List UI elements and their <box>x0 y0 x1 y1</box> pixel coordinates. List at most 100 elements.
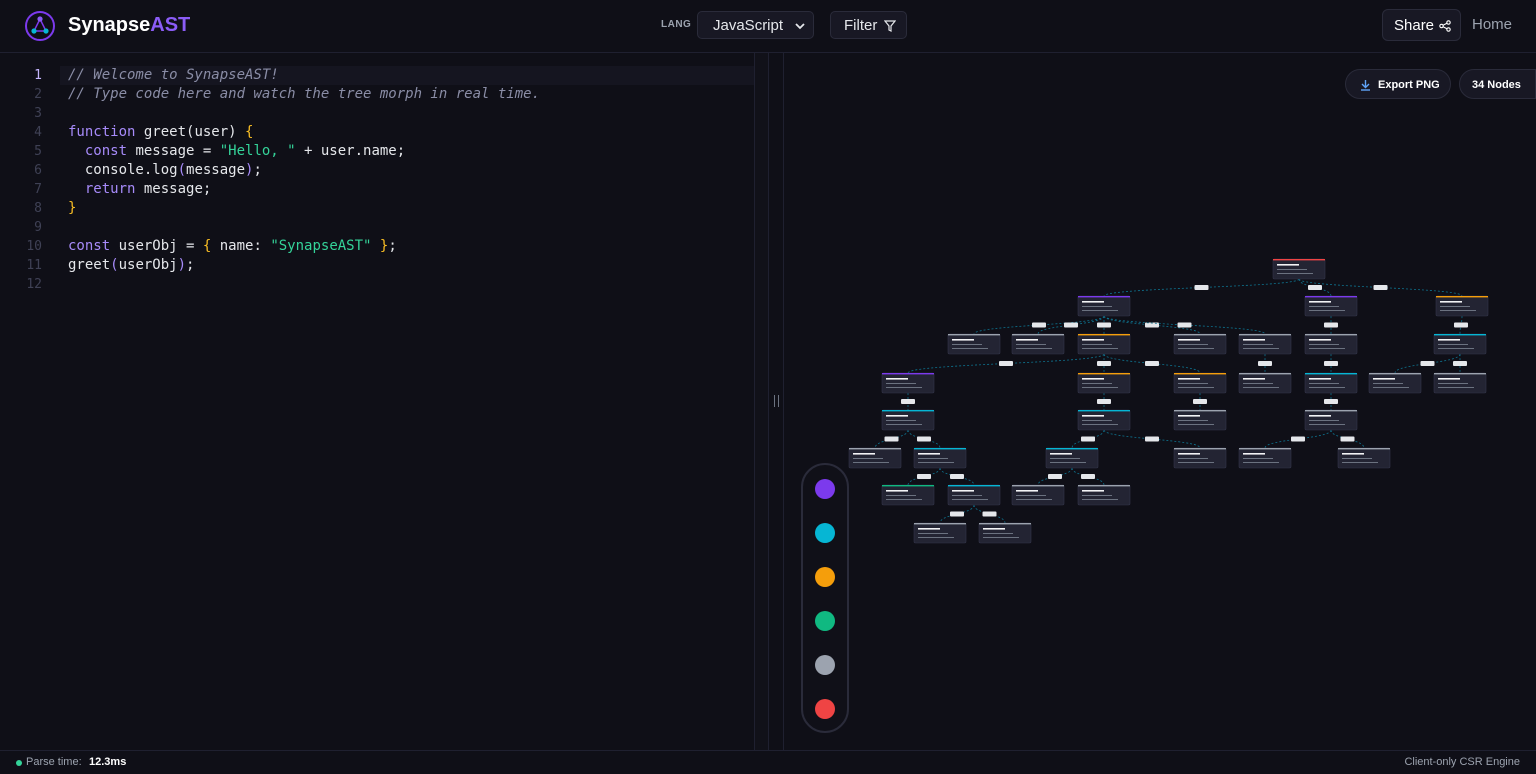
tree-node[interactable] <box>1045 447 1099 469</box>
color-swatch-red[interactable] <box>815 699 835 719</box>
edge-label-tag <box>1081 474 1095 479</box>
line-number: 10 <box>26 239 42 254</box>
color-swatch-purple[interactable] <box>815 479 835 499</box>
edge-label-tag <box>1048 474 1062 479</box>
tree-node[interactable] <box>1238 333 1292 355</box>
tree-node[interactable] <box>1272 258 1326 280</box>
tree-node[interactable] <box>881 484 935 506</box>
tree-node[interactable] <box>1077 295 1131 317</box>
code-editor[interactable]: 1 2 3 4 5 6 7 8 9 10 11 12 // Welcome to… <box>0 53 769 750</box>
tree-node[interactable] <box>1077 409 1131 431</box>
status-dot-icon <box>16 760 22 766</box>
download-icon <box>1361 80 1370 91</box>
code-keyword: const <box>68 238 111 254</box>
brand-title: SynapseAST <box>68 14 190 37</box>
tree-node[interactable] <box>1077 484 1131 506</box>
code-keyword: return <box>84 181 136 197</box>
edge-label-tag <box>950 511 964 517</box>
language-select[interactable]: JavaScript <box>697 11 814 39</box>
edge-label-tag <box>1097 361 1111 366</box>
color-swatch-amber[interactable] <box>815 567 835 587</box>
code-line: return message; <box>68 180 540 199</box>
brand-main: Synapse <box>68 14 151 36</box>
line-number: 7 <box>34 182 42 197</box>
tree-node[interactable] <box>1077 333 1131 355</box>
edge-label-tag <box>1324 361 1338 366</box>
code-line: console.log(message); <box>68 161 540 180</box>
tree-node[interactable] <box>1435 295 1489 317</box>
share-button[interactable]: Share <box>1382 9 1461 41</box>
edge-label-tag <box>1291 436 1305 442</box>
line-number: 1 <box>34 68 42 83</box>
export-label: Export PNG <box>1378 79 1440 91</box>
code-text: ; <box>186 257 195 273</box>
tree-node[interactable] <box>1238 447 1292 469</box>
tree-node[interactable] <box>913 447 967 469</box>
edge-label-tag <box>1145 436 1159 442</box>
tree-node[interactable] <box>1304 409 1358 431</box>
ast-canvas[interactable]: Export PNG 34 Nodes <box>784 53 1536 750</box>
line-number: 6 <box>34 163 42 178</box>
tree-node[interactable] <box>1433 333 1487 355</box>
code-bracket: } <box>371 238 389 254</box>
tree-node[interactable] <box>913 522 967 544</box>
top-header: SynapseAST LANG JavaScript Filter Share … <box>0 0 1536 53</box>
filter-button[interactable]: Filter <box>830 11 907 39</box>
line-number: 5 <box>34 144 42 159</box>
code-text: console.log <box>84 162 178 178</box>
home-link[interactable]: Home <box>1472 16 1512 33</box>
edge-label-tag <box>1032 322 1046 328</box>
edge-label-tag <box>999 361 1013 366</box>
edge-label-tag <box>1454 322 1468 328</box>
tree-node[interactable] <box>1173 447 1227 469</box>
code-keyword: const <box>84 143 128 159</box>
code-paren: ) <box>177 257 187 273</box>
color-swatch-cyan[interactable] <box>815 523 835 543</box>
tree-node[interactable] <box>881 372 935 394</box>
ast-tree-graph[interactable] <box>784 53 1536 750</box>
tree-node[interactable] <box>1173 409 1227 431</box>
code-line: } <box>68 199 540 218</box>
code-text: ; <box>253 162 262 178</box>
line-number: 4 <box>34 125 42 140</box>
tree-node[interactable] <box>1337 447 1391 469</box>
split-pane-divider[interactable] <box>768 53 784 750</box>
tree-node[interactable] <box>1304 333 1358 355</box>
share-icon <box>1439 20 1451 32</box>
code-content[interactable]: // Welcome to SynapseAST! // Type code h… <box>68 66 540 294</box>
code-text: greet <box>68 257 111 273</box>
code-line: // Type code here and watch the tree mor… <box>68 85 540 104</box>
export-png-button[interactable]: Export PNG <box>1345 69 1451 99</box>
editor-scrollbar[interactable] <box>754 53 769 750</box>
edge-label-tag <box>1193 399 1207 404</box>
tree-node[interactable] <box>1011 484 1065 506</box>
tree-node[interactable] <box>1304 372 1358 394</box>
edge-label-tag <box>1258 361 1272 366</box>
engine-label: Client-only CSR Engine <box>1404 756 1520 768</box>
tree-node[interactable] <box>1011 333 1065 355</box>
color-swatch-green[interactable] <box>815 611 835 631</box>
code-text: ; <box>388 238 397 254</box>
tree-node[interactable] <box>1173 372 1227 394</box>
code-line: // Welcome to SynapseAST! <box>68 66 540 85</box>
line-number: 8 <box>34 201 42 216</box>
color-swatch-gray[interactable] <box>815 655 835 675</box>
tree-node[interactable] <box>1368 372 1422 394</box>
tree-node[interactable] <box>1433 372 1487 394</box>
language-value: JavaScript <box>713 17 784 34</box>
line-number-gutter: 1 2 3 4 5 6 7 8 9 10 11 12 <box>0 66 46 294</box>
tree-node[interactable] <box>881 409 935 431</box>
tree-node[interactable] <box>1304 295 1358 317</box>
tree-node[interactable] <box>947 484 1001 506</box>
code-line: function greet(user) { <box>68 123 540 142</box>
tree-node[interactable] <box>978 522 1032 544</box>
tree-node[interactable] <box>1173 333 1227 355</box>
tree-node[interactable] <box>1238 372 1292 394</box>
line-number: 12 <box>26 277 42 292</box>
tree-node[interactable] <box>947 333 1001 355</box>
tree-node[interactable] <box>1077 372 1131 394</box>
tree-node[interactable] <box>848 447 902 469</box>
edge-label-tag <box>1097 399 1111 404</box>
code-keyword: function <box>68 124 136 140</box>
